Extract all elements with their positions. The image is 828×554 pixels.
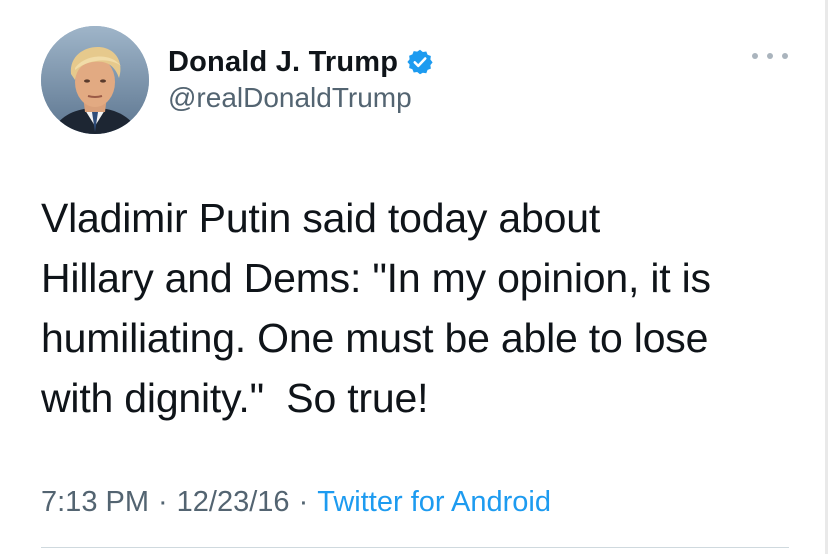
tweet-text: Vladimir Putin said today about Hillary …	[41, 195, 711, 421]
tweet-metadata: 7:13 PM · 12/23/16 · Twitter for Android	[41, 486, 551, 519]
meta-separator: ·	[298, 486, 309, 518]
verified-badge-icon	[406, 48, 434, 76]
more-dot	[752, 53, 758, 59]
meta-separator: ·	[158, 486, 168, 518]
divider	[41, 547, 789, 548]
author-name-row: Donald J. Trump	[168, 42, 434, 82]
more-dot	[782, 53, 788, 59]
avatar-image	[41, 26, 149, 134]
more-options-icon[interactable]	[752, 46, 788, 66]
tweet-time[interactable]: 7:13 PM	[41, 486, 149, 519]
tweet-card: Donald J. Trump @realDonaldTrump Vladimi…	[0, 0, 828, 554]
avatar[interactable]	[41, 26, 149, 134]
author-display-name[interactable]: Donald J. Trump	[168, 46, 398, 79]
author-handle[interactable]: @realDonaldTrump	[168, 82, 412, 114]
tweet-source-link[interactable]: Twitter for Android	[317, 486, 551, 519]
more-dot	[767, 53, 773, 59]
tweet-date[interactable]: 12/23/16	[177, 486, 290, 519]
